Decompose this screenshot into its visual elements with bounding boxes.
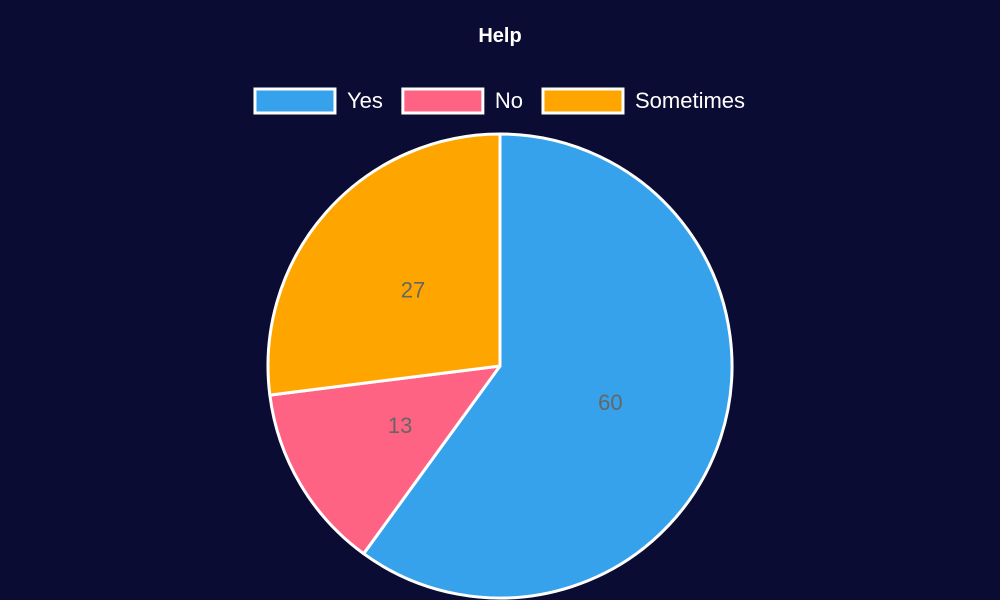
- legend: Yes No Sometimes: [253, 87, 745, 115]
- legend-swatch-yes: [253, 87, 337, 115]
- legend-swatch-no: [401, 87, 485, 115]
- pie-chart: Help Yes No Sometimes 60 13 27: [253, 25, 745, 600]
- data-label-yes: 60: [598, 390, 622, 415]
- legend-swatch-sometimes: [541, 87, 625, 115]
- data-label-sometimes: 27: [401, 277, 425, 302]
- legend-item-no[interactable]: No: [401, 87, 523, 115]
- chart-title: Help: [478, 25, 521, 47]
- legend-label-yes: Yes: [347, 88, 383, 113]
- legend-label-no: No: [495, 88, 523, 113]
- data-label-no: 13: [388, 413, 412, 438]
- chart-container: Help Yes No Sometimes 60 13 27: [0, 0, 1000, 600]
- legend-item-sometimes[interactable]: Sometimes: [541, 87, 745, 115]
- legend-item-yes[interactable]: Yes: [253, 87, 383, 115]
- pie-slice-sometimes[interactable]: [266, 132, 502, 397]
- legend-label-sometimes: Sometimes: [635, 88, 745, 113]
- pie-slices: [266, 132, 734, 600]
